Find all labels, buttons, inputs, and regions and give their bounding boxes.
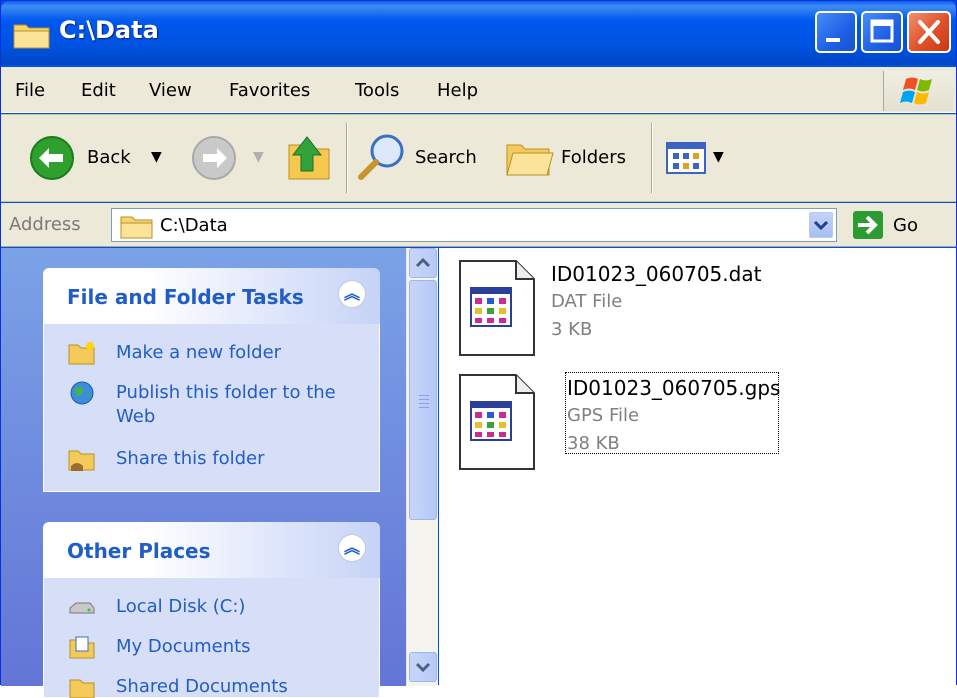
grip-line [419, 399, 429, 400]
go-label[interactable]: Go [893, 215, 918, 236]
scroll-thumb[interactable] [409, 280, 437, 520]
menu-bar: File Edit View Favorites Tools Help [1, 67, 956, 113]
go-arrow-icon [858, 215, 878, 235]
folders-label: Folders [561, 147, 627, 168]
toolbar-separator [651, 123, 653, 193]
scroll-up-button[interactable] [409, 248, 437, 278]
toolbar: Back ▼ ▼ Search Folders ▼ [1, 114, 956, 202]
go-button[interactable] [853, 211, 883, 239]
vertical-scrollbar[interactable] [406, 248, 438, 686]
group-title: Other Places [67, 539, 211, 563]
menu-favorites[interactable]: Favorites [229, 80, 310, 101]
file-folder-tasks-header[interactable]: File and Folder Tasks ︽ [43, 268, 380, 324]
menu-edit[interactable]: Edit [81, 80, 116, 101]
minimize-icon [826, 38, 840, 42]
chevron-up-icon [415, 257, 431, 268]
back-dropdown-icon[interactable]: ▼ [151, 149, 162, 165]
group-title: File and Folder Tasks [67, 285, 304, 309]
views-grid-icon [666, 142, 706, 174]
task-label: Share this folder [116, 448, 265, 469]
maximize-icon [870, 19, 894, 43]
menu-view[interactable]: View [149, 80, 192, 101]
address-dropdown-button[interactable] [809, 212, 833, 238]
close-icon [918, 20, 940, 44]
address-bar: Address C:\Data Go [1, 203, 956, 247]
menu-tools[interactable]: Tools [355, 80, 399, 101]
folder-icon [13, 24, 50, 49]
file-size: 3 KB [551, 319, 593, 340]
file-type: DAT File [551, 291, 623, 312]
views-dropdown-icon[interactable]: ▼ [713, 149, 724, 165]
search-button[interactable]: Search [357, 131, 487, 183]
chevron-down-icon [415, 662, 431, 673]
place-label: Local Disk (C:) [116, 596, 246, 617]
my-documents-icon [69, 636, 95, 659]
search-icon [358, 134, 404, 180]
file-folder-tasks-panel: Make a new folder Publish this folder to… [43, 324, 380, 492]
task-publish-folder[interactable]: Publish this folder to the Web [44, 380, 364, 432]
folder-up-icon [288, 136, 330, 180]
maximize-button[interactable] [861, 11, 903, 53]
task-share-folder[interactable]: Share this folder [44, 446, 364, 476]
file-type: GPS File [567, 405, 640, 426]
other-places-panel: Local Disk (C:) My Documents Shared Docu… [43, 578, 380, 698]
back-arrow-icon [30, 136, 74, 180]
file-name: ID01023_060705.dat [551, 262, 762, 286]
up-button[interactable] [287, 131, 333, 183]
windows-flag-icon [900, 77, 932, 105]
generic-file-icon [459, 260, 535, 356]
windows-logo [883, 71, 953, 111]
file-item[interactable]: ID01023_060705.dat DAT File 3 KB [455, 252, 875, 360]
folders-button[interactable]: Folders [503, 131, 637, 183]
generic-file-icon [459, 374, 535, 470]
grip-line [419, 395, 429, 396]
place-shared-documents[interactable]: Shared Documents [44, 674, 364, 698]
folders-icon [506, 144, 554, 176]
place-local-disk[interactable]: Local Disk (C:) [44, 594, 364, 624]
task-label: Make a new folder [116, 342, 282, 363]
address-value: C:\Data [160, 215, 228, 236]
back-label: Back [87, 147, 131, 168]
task-label: Publish this folder to the Web [116, 382, 336, 427]
place-label: Shared Documents [116, 676, 288, 697]
minimize-button[interactable] [815, 11, 857, 53]
back-button[interactable]: Back ▼ [29, 135, 179, 181]
place-my-documents[interactable]: My Documents [44, 634, 364, 664]
window-title: C:\Data [59, 16, 159, 44]
disk-drive-icon [69, 602, 95, 614]
other-places-header[interactable]: Other Places ︽ [43, 522, 380, 578]
share-folder-icon [68, 450, 95, 471]
file-size: 38 KB [567, 433, 620, 454]
file-name: ID01023_060705.gps [567, 376, 781, 400]
globe-icon [70, 381, 94, 405]
explorer-window: C:\Data File Edit View Favorites Tools H… [0, 0, 957, 698]
shared-documents-icon [69, 679, 95, 698]
place-label: My Documents [116, 636, 251, 657]
forward-dropdown-icon[interactable]: ▼ [253, 149, 264, 165]
chevron-down-icon [813, 220, 829, 231]
scroll-down-button[interactable] [409, 652, 437, 682]
forward-button[interactable]: ▼ [191, 135, 267, 181]
views-button[interactable]: ▼ [665, 139, 733, 179]
new-folder-icon [68, 342, 95, 365]
search-label: Search [415, 147, 477, 168]
title-bar[interactable]: C:\Data [1, 1, 956, 65]
folder-icon [120, 216, 153, 239]
file-list: ID01023_060705.dat DAT File 3 KB ID01023… [439, 248, 956, 686]
task-pane: File and Folder Tasks ︽ Make a new folde… [1, 248, 406, 698]
close-button[interactable] [907, 11, 951, 53]
collapse-icon[interactable]: ︽ [338, 280, 366, 308]
forward-arrow-icon [192, 136, 236, 180]
address-label: Address [9, 214, 81, 235]
menu-file[interactable]: File [15, 80, 45, 101]
grip-line [419, 407, 429, 408]
file-item-selected[interactable]: ID01023_060705.gps GPS File 38 KB [455, 366, 875, 474]
collapse-icon[interactable]: ︽ [338, 534, 366, 562]
grip-line [419, 403, 429, 404]
task-make-new-folder[interactable]: Make a new folder [44, 340, 364, 370]
menu-help[interactable]: Help [437, 80, 478, 101]
toolbar-separator [346, 123, 348, 193]
address-input[interactable]: C:\Data [111, 208, 837, 242]
